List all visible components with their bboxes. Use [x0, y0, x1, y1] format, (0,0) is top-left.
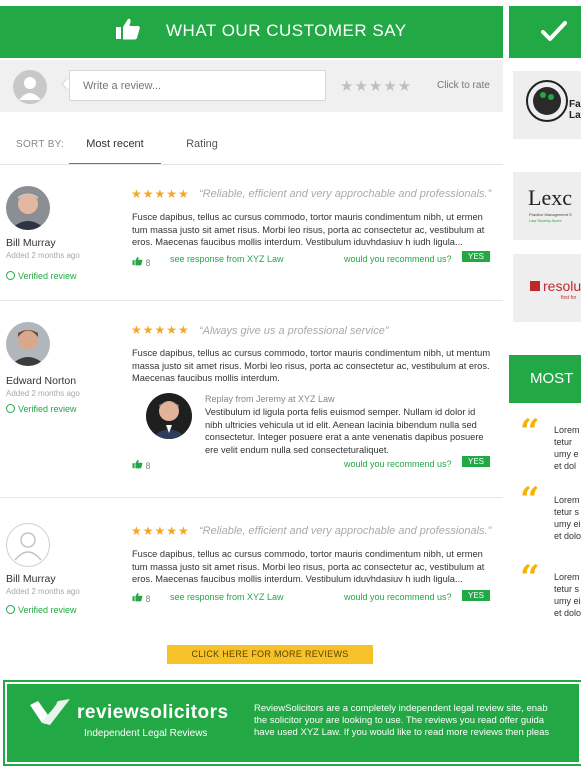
see-response-link[interactable]: see response from XYZ Law	[170, 592, 284, 602]
thumbs-up-icon	[132, 592, 143, 604]
reviewer-photo	[6, 186, 50, 230]
divider	[0, 497, 503, 498]
review-stars: ★★★★★	[131, 323, 190, 337]
reviewer-photo	[6, 322, 50, 366]
law-society-text: Lav	[569, 110, 581, 121]
like-count: 8	[145, 594, 151, 604]
law-society-logo: FaLav	[513, 71, 581, 139]
thumbs-up-icon	[132, 256, 143, 268]
like-button[interactable]: 8	[132, 256, 151, 268]
footer-brand: reviewsolicitors	[77, 702, 229, 723]
review-date: Added 2 months ago	[6, 389, 80, 398]
check-circle-icon	[6, 605, 15, 614]
review-text: Fusce dapibus, tellus ac cursus commodo,…	[132, 348, 491, 383]
review-date: Added 2 months ago	[6, 587, 80, 596]
recommend-yes-badge: YES	[462, 456, 490, 467]
quote-icon: “	[520, 412, 540, 452]
quote-icon: “	[520, 558, 540, 598]
see-response-link[interactable]: see response from XYZ Law	[170, 254, 284, 264]
tab-rating[interactable]: Rating	[170, 131, 234, 157]
check-circle-icon	[6, 404, 15, 413]
recommend-question: would you recommend us?	[344, 254, 452, 264]
click-to-rate-label[interactable]: Click to rate	[437, 80, 490, 91]
testimonial-text: Lorem tetur s umy ei et dolo	[554, 572, 581, 618]
verified-label: Verified review	[18, 404, 77, 414]
footer-description: ReviewSolicitors are a completely indepe…	[254, 703, 550, 738]
recommend-question: would you recommend us?	[344, 592, 452, 602]
lexcel-subtext: Law Society Accre	[529, 218, 562, 223]
quote-icon: “	[520, 480, 540, 520]
resolution-text: resolu	[543, 278, 581, 294]
reviews-header: WHAT OUR CUSTOMER SAY	[0, 6, 503, 58]
most-header: MOST	[509, 355, 581, 403]
like-button[interactable]: 8	[132, 592, 151, 604]
check-circle-icon	[6, 271, 15, 280]
thumbs-up-icon	[115, 17, 141, 46]
more-reviews-button[interactable]: CLICK HERE FOR MORE REVIEWS	[167, 645, 373, 664]
tab-most-recent[interactable]: Most recent	[69, 131, 161, 165]
divider	[0, 300, 503, 301]
resolution-mark	[530, 281, 540, 291]
recommend-question: would you recommend us?	[344, 459, 452, 469]
reviewer-avatar-placeholder	[6, 523, 50, 567]
like-count: 8	[145, 258, 151, 268]
rate-stars[interactable]: ★★★★★	[340, 77, 412, 95]
review-quote: “Reliable, efficient and very approchabl…	[199, 188, 492, 200]
like-button[interactable]: 8	[132, 459, 151, 471]
law-society-text: Fa	[569, 99, 581, 110]
review-stars: ★★★★★	[131, 187, 190, 201]
thumbs-up-icon	[132, 459, 143, 471]
review-date: Added 2 months ago	[6, 251, 80, 260]
write-review-input[interactable]	[69, 70, 326, 101]
verified-badge: Verified review	[6, 403, 77, 414]
resolution-logo: resolu first for	[513, 254, 581, 322]
resolution-subtext: first for	[561, 295, 577, 301]
header-title: WHAT OUR CUSTOMER SAY	[166, 21, 407, 40]
reviewsolicitors-logo-icon	[28, 697, 72, 732]
like-count: 8	[145, 461, 151, 471]
reply-text: Vestibulum id ligula porta felis euismod…	[205, 407, 484, 455]
testimonial-text: Lorem tetur umy e et dol	[554, 425, 580, 471]
recommend-yes-badge: YES	[462, 251, 490, 262]
reviewer-name: Bill Murray	[6, 573, 56, 585]
verified-label: Verified review	[18, 605, 77, 615]
review-text: Fusce dapibus, tellus ac cursus commodo,…	[132, 549, 485, 584]
review-text: Fusce dapibus, tellus ac cursus commodo,…	[132, 212, 485, 247]
lexcel-text: Lexc	[528, 185, 572, 210]
review-quote: “Always give us a professional service”	[199, 325, 389, 337]
recommend-yes-badge: YES	[462, 590, 490, 601]
lexcel-subtext: Practice Management S	[529, 212, 572, 217]
verified-badge: Verified review	[6, 604, 77, 615]
divider	[0, 164, 503, 165]
verified-badge: Verified review	[6, 270, 77, 281]
testimonial-text: Lorem tetur s umy ei et dolo	[554, 495, 581, 541]
review-quote: “Reliable, efficient and very approchabl…	[199, 525, 492, 537]
lexcel-logo: Lexc Practice Management S Law Society A…	[513, 172, 581, 240]
reviewer-name: Bill Murray	[6, 237, 56, 249]
review-stars: ★★★★★	[131, 524, 190, 538]
user-avatar	[13, 70, 47, 104]
side-header	[509, 6, 581, 58]
verified-label: Verified review	[18, 271, 77, 281]
reviewer-name: Edward Norton	[6, 375, 77, 387]
responder-photo	[146, 393, 192, 439]
reply-author: Replay from Jeremy at XYZ Law	[205, 394, 335, 404]
sort-by-label: SORT BY:	[16, 139, 65, 150]
footer-tagline: Independent Legal Reviews	[84, 728, 208, 739]
